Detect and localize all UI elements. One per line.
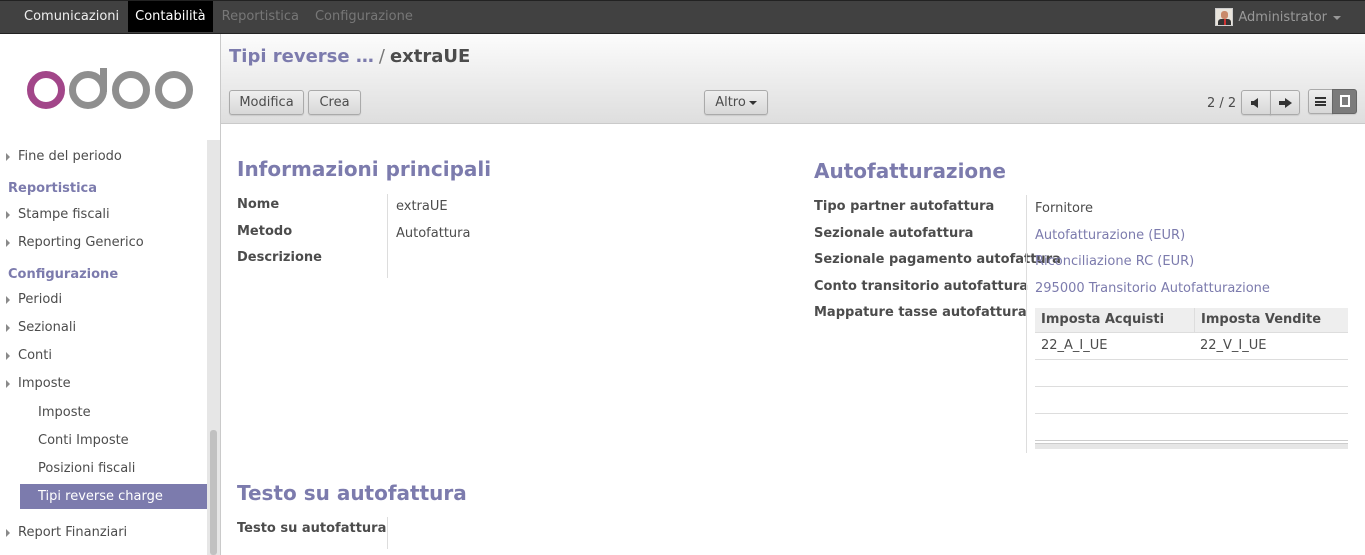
field-divider-testo [387,517,388,549]
field-value-tipo-partner: Fornitore [1035,201,1094,216]
sidebar-item-stampe-fiscali[interactable]: Stampe fiscali [0,203,207,227]
sidebar-subitem-tipi-reverse-charge[interactable]: Tipi reverse charge [20,484,207,509]
breadcrumb-current: extraUE [389,46,471,67]
sidebar: Fine del periodo Reportistica Stampe fis… [0,34,221,555]
sidebar-item-imposte[interactable]: Imposte [0,372,207,396]
sidebar-item-report-finanziari[interactable]: Report Finanziari [0,521,207,545]
form-icon [1340,95,1350,107]
field-label-testo: Testo su autofattura [237,521,387,536]
field-divider-right [1026,195,1027,453]
caret-right-icon [6,380,10,388]
sidebar-subitem-posizioni-fiscali[interactable]: Posizioni fiscali [0,457,207,481]
field-link-sezionale-pagamento[interactable]: Riconciliazione RC (EUR) [1035,254,1194,269]
table-header-imposta-acquisti[interactable]: Imposta Acquisti [1035,308,1194,333]
caret-right-icon [6,352,10,360]
caret-right-icon [6,239,10,247]
user-name: Administrator [1238,9,1327,25]
arrow-right-icon [1279,98,1292,108]
table-row-divider [1035,359,1348,360]
section-title-autofatturazione: Autofatturazione [814,159,1006,183]
field-label-nome: Nome [237,197,280,212]
sidebar-heading-configurazione: Configurazione [8,267,119,282]
edit-button[interactable]: Modifica [229,90,304,115]
table-row-divider [1035,386,1348,387]
more-dropdown[interactable]: Altro [704,90,768,115]
sidebar-item-periodi[interactable]: Periodi [0,288,207,312]
field-label-tipo-partner: Tipo partner autofattura [814,199,995,214]
field-label-sezionale-pagamento: Sezionale pagamento autofattura [814,252,1061,267]
field-label-sezionale: Sezionale autofattura [814,226,974,241]
control-panel: Tipi reverse … / extraUE Modifica Crea Alt… [221,34,1365,124]
table-cell-imposta-vendite[interactable]: 22_V_I_UE [1200,338,1267,353]
breadcrumb-parent[interactable]: Tipi reverse … [229,46,374,67]
odoo-logo[interactable] [26,68,196,113]
create-button[interactable]: Crea [308,90,361,115]
breadcrumb: Tipi reverse … / extraUE [229,46,470,67]
menu-configurazione[interactable]: Configurazione [308,1,420,32]
breadcrumb-separator: / [378,46,385,67]
caret-right-icon [6,529,10,537]
caret-right-icon [6,211,10,219]
pager-value: 2 / 2 [1207,96,1237,111]
list-view-button[interactable] [1308,89,1333,114]
caret-right-icon [6,324,10,332]
sidebar-heading-reportistica: Reportistica [8,181,98,196]
field-label-mappature: Mappature tasse autofattura [814,305,1027,320]
field-link-sezionale[interactable]: Autofatturazione (EUR) [1035,228,1185,243]
field-link-conto-transitorio[interactable]: 295000 Transitorio Autofatturazione [1035,281,1270,296]
table-cell-imposta-acquisti[interactable]: 22_A_I_UE [1041,338,1108,353]
arrow-left-icon [1251,98,1258,108]
sidebar-scroll-thumb[interactable] [210,430,217,555]
table-row-divider [1035,440,1348,441]
avatar [1215,8,1234,26]
menu-reportistica[interactable]: Reportistica [215,1,306,32]
table-footer [1035,443,1348,449]
field-value-nome: extraUE [396,199,448,214]
user-menu[interactable]: Administrator [1215,1,1341,33]
form-view-button[interactable] [1332,89,1357,114]
pager-next-button[interactable] [1270,90,1300,115]
caret-right-icon [6,296,10,304]
field-divider [387,194,388,278]
more-label: Altro [715,95,746,110]
top-navbar: Comunicazioni Contabilità Reportistica C… [0,0,1365,34]
menu-contabilita[interactable]: Contabilità [128,1,213,32]
field-label-conto-transitorio: Conto transitorio autofattura [814,279,1029,294]
field-label-descrizione: Descrizione [237,250,322,265]
sidebar-item-sezionali[interactable]: Sezionali [0,316,207,340]
field-value-metodo: Autofattura [396,226,471,241]
table-header-imposta-vendite[interactable]: Imposta Vendite [1194,308,1348,333]
sidebar-subitem-imposte[interactable]: Imposte [0,401,207,425]
sidebar-item-conti[interactable]: Conti [0,344,207,368]
sidebar-item-fine-periodo[interactable]: Fine del periodo [0,145,207,169]
list-icon [1315,97,1326,106]
top-menu: Comunicazioni Contabilità Reportistica C… [17,1,422,33]
table-row-divider [1035,413,1348,414]
sidebar-item-reporting-generico[interactable]: Reporting Generico [0,231,207,255]
section-title-testo: Testo su autofattura [237,481,467,505]
section-title-main: Informazioni principali [237,157,492,181]
menu-comunicazioni[interactable]: Comunicazioni [17,1,126,32]
chevron-down-icon [1333,16,1341,20]
chevron-down-icon [748,100,757,105]
pager-previous-button[interactable] [1241,90,1271,115]
caret-right-icon [6,153,10,161]
sidebar-subitem-conti-imposte[interactable]: Conti Imposte [0,429,207,453]
field-label-metodo: Metodo [237,224,293,239]
